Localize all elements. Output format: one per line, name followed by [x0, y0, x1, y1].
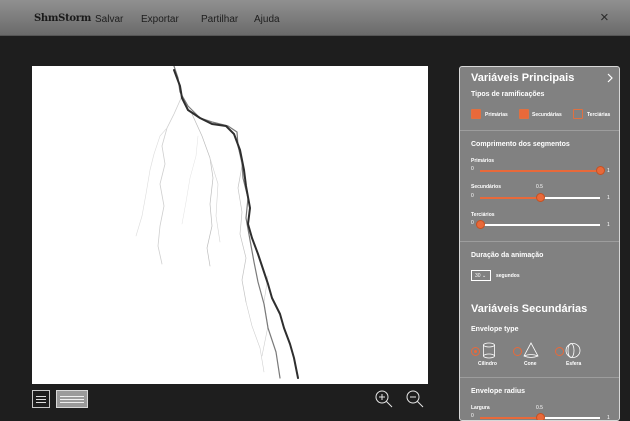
menu-share[interactable]: Partilhar [201, 14, 238, 25]
secondary-min-label: 0 [471, 193, 474, 199]
tertiary-branch-checkbox[interactable] [573, 109, 583, 119]
primary-max-label: 1 [607, 168, 610, 174]
secondary-length-fill [480, 197, 540, 199]
width-label: Largura [471, 405, 490, 411]
width-min-label: 0 [471, 413, 474, 419]
sphere-radio[interactable] [555, 347, 564, 356]
primary-min-label: 0 [471, 166, 474, 172]
secondary-variables-title: Variáveis Secundárias [471, 303, 588, 315]
menu-save[interactable]: Salvar [95, 14, 123, 25]
primary-branch-checkbox[interactable] [471, 109, 481, 119]
sphere-icon [565, 343, 581, 358]
secondary-length-handle[interactable] [535, 193, 545, 202]
sphere-label: Esfera [566, 361, 582, 367]
lightning-render [135, 65, 299, 379]
tertiary-length-track[interactable] [480, 224, 600, 226]
primary-length-label: Primários [471, 158, 495, 164]
app-logo: ShmStorm [34, 13, 92, 24]
width-value-label: 0.5 [536, 405, 543, 411]
segment-length-title: Comprimento dos segmentos [471, 141, 570, 148]
list-view-button[interactable] [32, 390, 50, 408]
cone-icon [523, 342, 539, 358]
divider [460, 130, 619, 131]
tertiary-length-handle[interactable] [475, 220, 485, 229]
secondary-max-label: 1 [607, 195, 610, 201]
tertiary-max-label: 1 [607, 222, 610, 228]
secondary-length-label: Secundários [471, 184, 502, 190]
cylinder-icon [483, 342, 495, 359]
primary-branch-label: Primárias [485, 112, 508, 118]
envelope-radius-title: Envelope radius [471, 388, 526, 395]
animation-duration-select[interactable]: 30 ⌄ [471, 270, 491, 281]
tertiary-min-label: 0 [471, 220, 474, 226]
chevron-right-icon[interactable] [606, 73, 614, 83]
cone-label: Cone [524, 361, 537, 367]
menu-export[interactable]: Exportar [141, 14, 179, 25]
zoom-in-icon[interactable] [373, 388, 395, 410]
tertiary-branch-label: Terciárias [587, 112, 611, 118]
branch-types-title: Tipos de ramificações [471, 91, 545, 98]
width-handle[interactable] [535, 413, 545, 420]
animation-unit-label: segundos [496, 273, 520, 279]
menu-help[interactable]: Ajuda [254, 14, 280, 25]
main-variables-title: Variáveis Principais [471, 72, 575, 84]
menu-bar: ShmStorm Salvar Exportar Partilhar Ajuda… [0, 0, 630, 36]
secondary-branch-label: Secundárias [532, 112, 562, 118]
cylinder-label: Cilindro [478, 361, 497, 367]
close-icon[interactable]: × [600, 9, 609, 26]
render-canvas[interactable] [32, 65, 428, 384]
envelope-type-title: Envelope type [471, 326, 519, 333]
secondary-value-label: 0.5 [536, 184, 543, 190]
divider [460, 241, 619, 242]
width-fill [480, 417, 540, 419]
zoom-out-icon[interactable] [404, 388, 426, 410]
width-max-label: 1 [607, 415, 610, 421]
primary-length-handle[interactable] [595, 166, 605, 175]
variables-panel: Variáveis Principais Tipos de ramificaçõ… [459, 66, 620, 421]
secondary-branch-checkbox[interactable] [519, 109, 529, 119]
divider [460, 377, 619, 378]
tertiary-length-label: Terciários [471, 212, 495, 218]
wide-view-button[interactable] [56, 390, 88, 408]
animation-duration-value: 30 [475, 273, 481, 279]
cone-radio[interactable] [513, 347, 522, 356]
cylinder-radio[interactable] [471, 347, 480, 356]
animation-duration-title: Duração da animação [471, 252, 544, 259]
primary-length-fill [480, 170, 600, 172]
